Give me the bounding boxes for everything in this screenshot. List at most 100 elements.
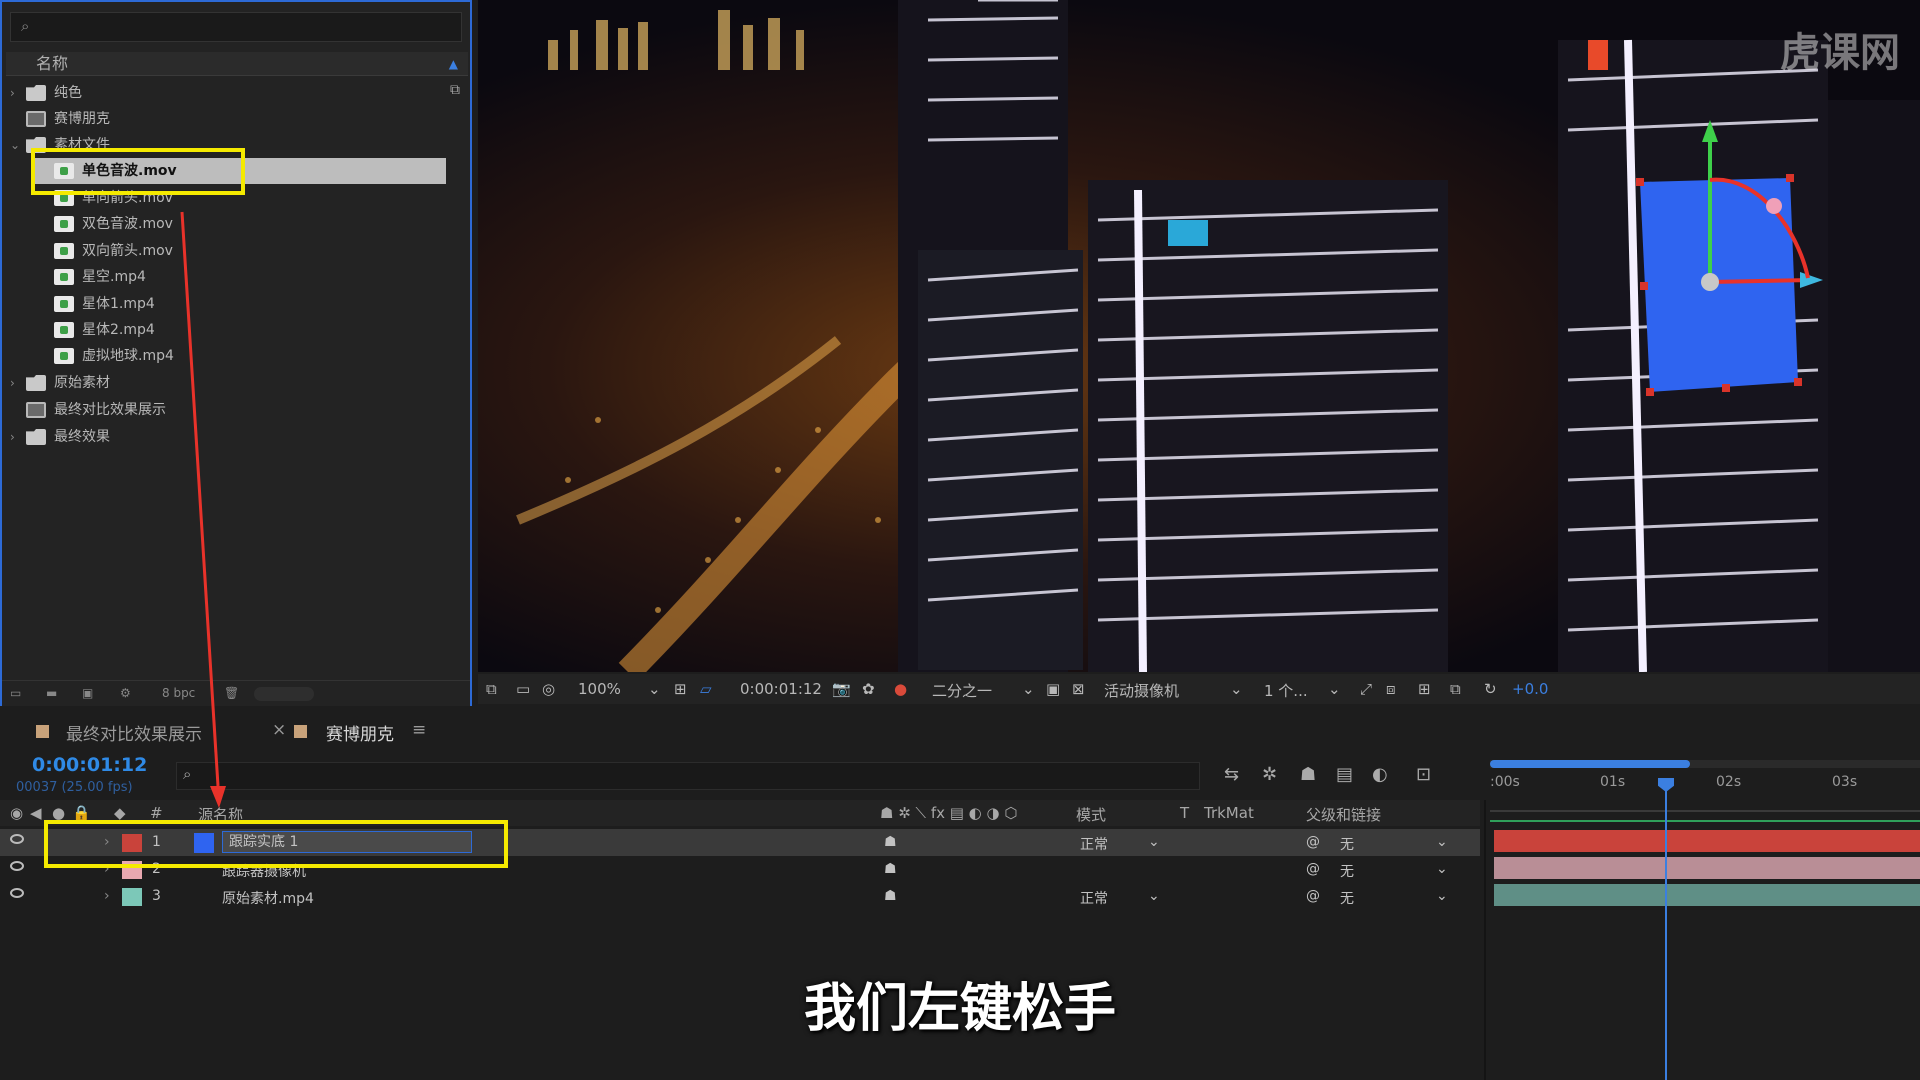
comp-flowchart-icon[interactable]: ⇆: [1224, 764, 1239, 785]
shy-icon[interactable]: ☗: [1300, 764, 1316, 785]
timeline-icon[interactable]: ⊞: [1418, 680, 1431, 698]
parent-pickwhip-icon[interactable]: @: [1306, 861, 1320, 877]
new-folder-icon[interactable]: ▬: [46, 686, 57, 700]
project-item-label: 纯色: [54, 85, 82, 101]
transparency-grid-icon[interactable]: ⊠: [1072, 680, 1085, 698]
roi-icon[interactable]: ▣: [1046, 680, 1060, 698]
blend-mode-select[interactable]: 正常: [1080, 888, 1108, 908]
chevron-down-icon[interactable]: ⌄: [1436, 834, 1448, 850]
layer-bar-1[interactable]: [1494, 830, 1920, 852]
chevron-down-icon[interactable]: ⌄: [648, 680, 661, 698]
project-item[interactable]: › 纯色: [6, 80, 446, 106]
eye-icon[interactable]: [10, 834, 24, 844]
always-preview-icon[interactable]: ⧉: [486, 680, 497, 698]
chevron-down-icon[interactable]: ⌄: [1436, 861, 1448, 877]
shy-switch-icon[interactable]: ☗: [884, 861, 897, 877]
ruler-tick-3: 03s: [1832, 774, 1858, 790]
views-select[interactable]: 1 个...: [1264, 680, 1308, 701]
tab-cyberpunk[interactable]: 赛博朋克: [326, 720, 394, 745]
label-color-swatch[interactable]: [122, 888, 142, 906]
snapshot-icon[interactable]: 📷: [832, 680, 851, 698]
camera-select[interactable]: 活动摄像机: [1104, 680, 1179, 701]
layer-bar-3[interactable]: [1494, 884, 1920, 906]
search-icon: ⌕: [21, 17, 30, 35]
motion-blur-icon[interactable]: ◐: [1372, 764, 1388, 785]
zoom-select[interactable]: 100%: [578, 680, 621, 698]
menu-icon[interactable]: ≡: [412, 720, 426, 740]
graph-editor-icon[interactable]: ⊡: [1416, 764, 1431, 785]
mask-icon[interactable]: ◎: [542, 680, 555, 698]
blend-mode-select[interactable]: 正常: [1080, 834, 1108, 854]
work-area-bar[interactable]: [1490, 760, 1690, 768]
settings-icon[interactable]: ⚙: [120, 686, 131, 700]
parent-pickwhip-icon[interactable]: @: [1306, 834, 1320, 850]
expand-chevron-icon[interactable]: ›: [104, 888, 110, 904]
disclosure-icon[interactable]: ⌄: [10, 132, 22, 158]
project-item-label: 星体2.mp4: [82, 322, 155, 338]
layer-name[interactable]: 原始素材.mp4: [222, 888, 314, 908]
eye-icon[interactable]: [10, 861, 24, 871]
exposure-value[interactable]: +0.0: [1512, 680, 1548, 698]
disclosure-icon[interactable]: ›: [10, 80, 22, 106]
project-item[interactable]: 星体1.mp4: [6, 291, 446, 317]
parent-column[interactable]: 父级和链接: [1306, 804, 1381, 825]
chevron-down-icon[interactable]: ⌄: [1148, 834, 1160, 850]
project-item[interactable]: 虚拟地球.mp4: [6, 343, 446, 369]
composition-viewer[interactable]: 虎课网: [478, 0, 1920, 672]
project-column-header[interactable]: 名称 ▲: [6, 52, 468, 76]
reset-exposure-icon[interactable]: ↻: [1484, 680, 1497, 698]
grid-icon[interactable]: ⊞: [674, 680, 687, 698]
new-comp-icon[interactable]: ▣: [82, 686, 93, 700]
timeline-layer-row[interactable]: › 3 原始素材.mp4 ☗ 正常 ⌄ @ 无 ⌄: [0, 883, 1480, 910]
fast-preview-icon[interactable]: ⧈: [1386, 680, 1396, 698]
thumbnail-slider[interactable]: [254, 687, 314, 701]
chevron-down-icon[interactable]: ⌄: [1436, 888, 1448, 904]
region-icon[interactable]: ▱: [700, 680, 712, 698]
frame-blend-icon[interactable]: ▤: [1336, 764, 1353, 785]
parent-pickwhip-icon[interactable]: @: [1306, 888, 1320, 904]
flowchart-icon[interactable]: ⧉: [450, 82, 460, 98]
project-item[interactable]: 赛博朋克: [6, 106, 446, 132]
project-item[interactable]: › 原始素材: [6, 370, 446, 396]
toggle-pixel-icon[interactable]: ⤢: [1360, 680, 1372, 698]
disclosure-icon[interactable]: ›: [10, 370, 22, 396]
flowchart-icon[interactable]: ⧉: [1450, 680, 1461, 698]
layer-bar-2[interactable]: [1494, 857, 1920, 879]
parent-select[interactable]: 无: [1340, 834, 1354, 854]
trash-icon[interactable]: 🗑: [224, 686, 239, 700]
project-item[interactable]: 双色音波.mov: [6, 211, 446, 237]
mode-column[interactable]: 模式: [1076, 804, 1106, 825]
project-item[interactable]: 星体2.mp4: [6, 317, 446, 343]
eye-icon[interactable]: [10, 888, 24, 898]
show-snapshot-icon[interactable]: ✿: [862, 680, 875, 698]
parent-select[interactable]: 无: [1340, 861, 1354, 881]
current-time-display[interactable]: 0:00:01:12: [32, 754, 147, 776]
eye-icon[interactable]: ◉: [10, 804, 23, 822]
trkmat-column[interactable]: TrkMat: [1204, 804, 1254, 822]
chevron-down-icon[interactable]: ⌄: [1022, 680, 1035, 698]
monitor-icon[interactable]: ▭: [516, 680, 530, 698]
project-item[interactable]: 双向箭头.mov: [6, 238, 446, 264]
draft-3d-icon[interactable]: ✲: [1262, 764, 1277, 785]
chevron-down-icon[interactable]: ⌄: [1148, 888, 1160, 904]
shy-switch-icon[interactable]: ☗: [884, 834, 897, 850]
project-item[interactable]: › 最终效果: [6, 424, 446, 450]
project-item[interactable]: 最终对比效果展示: [6, 397, 446, 423]
project-item[interactable]: 星空.mp4: [6, 264, 446, 290]
chevron-down-icon[interactable]: ⌄: [1230, 680, 1243, 698]
interpret-footage-icon[interactable]: ▭: [10, 686, 21, 700]
audio-icon[interactable]: ◀: [30, 804, 42, 822]
project-search-input[interactable]: ⌕: [10, 12, 462, 42]
timeline-search-input[interactable]: ⌕: [176, 762, 1200, 790]
shy-switch-icon[interactable]: ☗: [884, 888, 897, 904]
bpc-label[interactable]: 8 bpc: [162, 686, 195, 700]
chevron-down-icon[interactable]: ⌄: [1328, 680, 1341, 698]
resolution-select[interactable]: 二分之一: [932, 680, 992, 701]
tab-final-compare[interactable]: 最终对比效果展示: [66, 720, 202, 745]
time-ruler[interactable]: :00s 01s 02s 03s: [1490, 760, 1920, 812]
disclosure-icon[interactable]: ›: [10, 424, 22, 450]
close-icon[interactable]: ×: [272, 720, 286, 740]
viewer-timecode[interactable]: 0:00:01:12: [740, 680, 822, 698]
parent-select[interactable]: 无: [1340, 888, 1354, 908]
color-channel-icon[interactable]: ●: [894, 680, 907, 698]
